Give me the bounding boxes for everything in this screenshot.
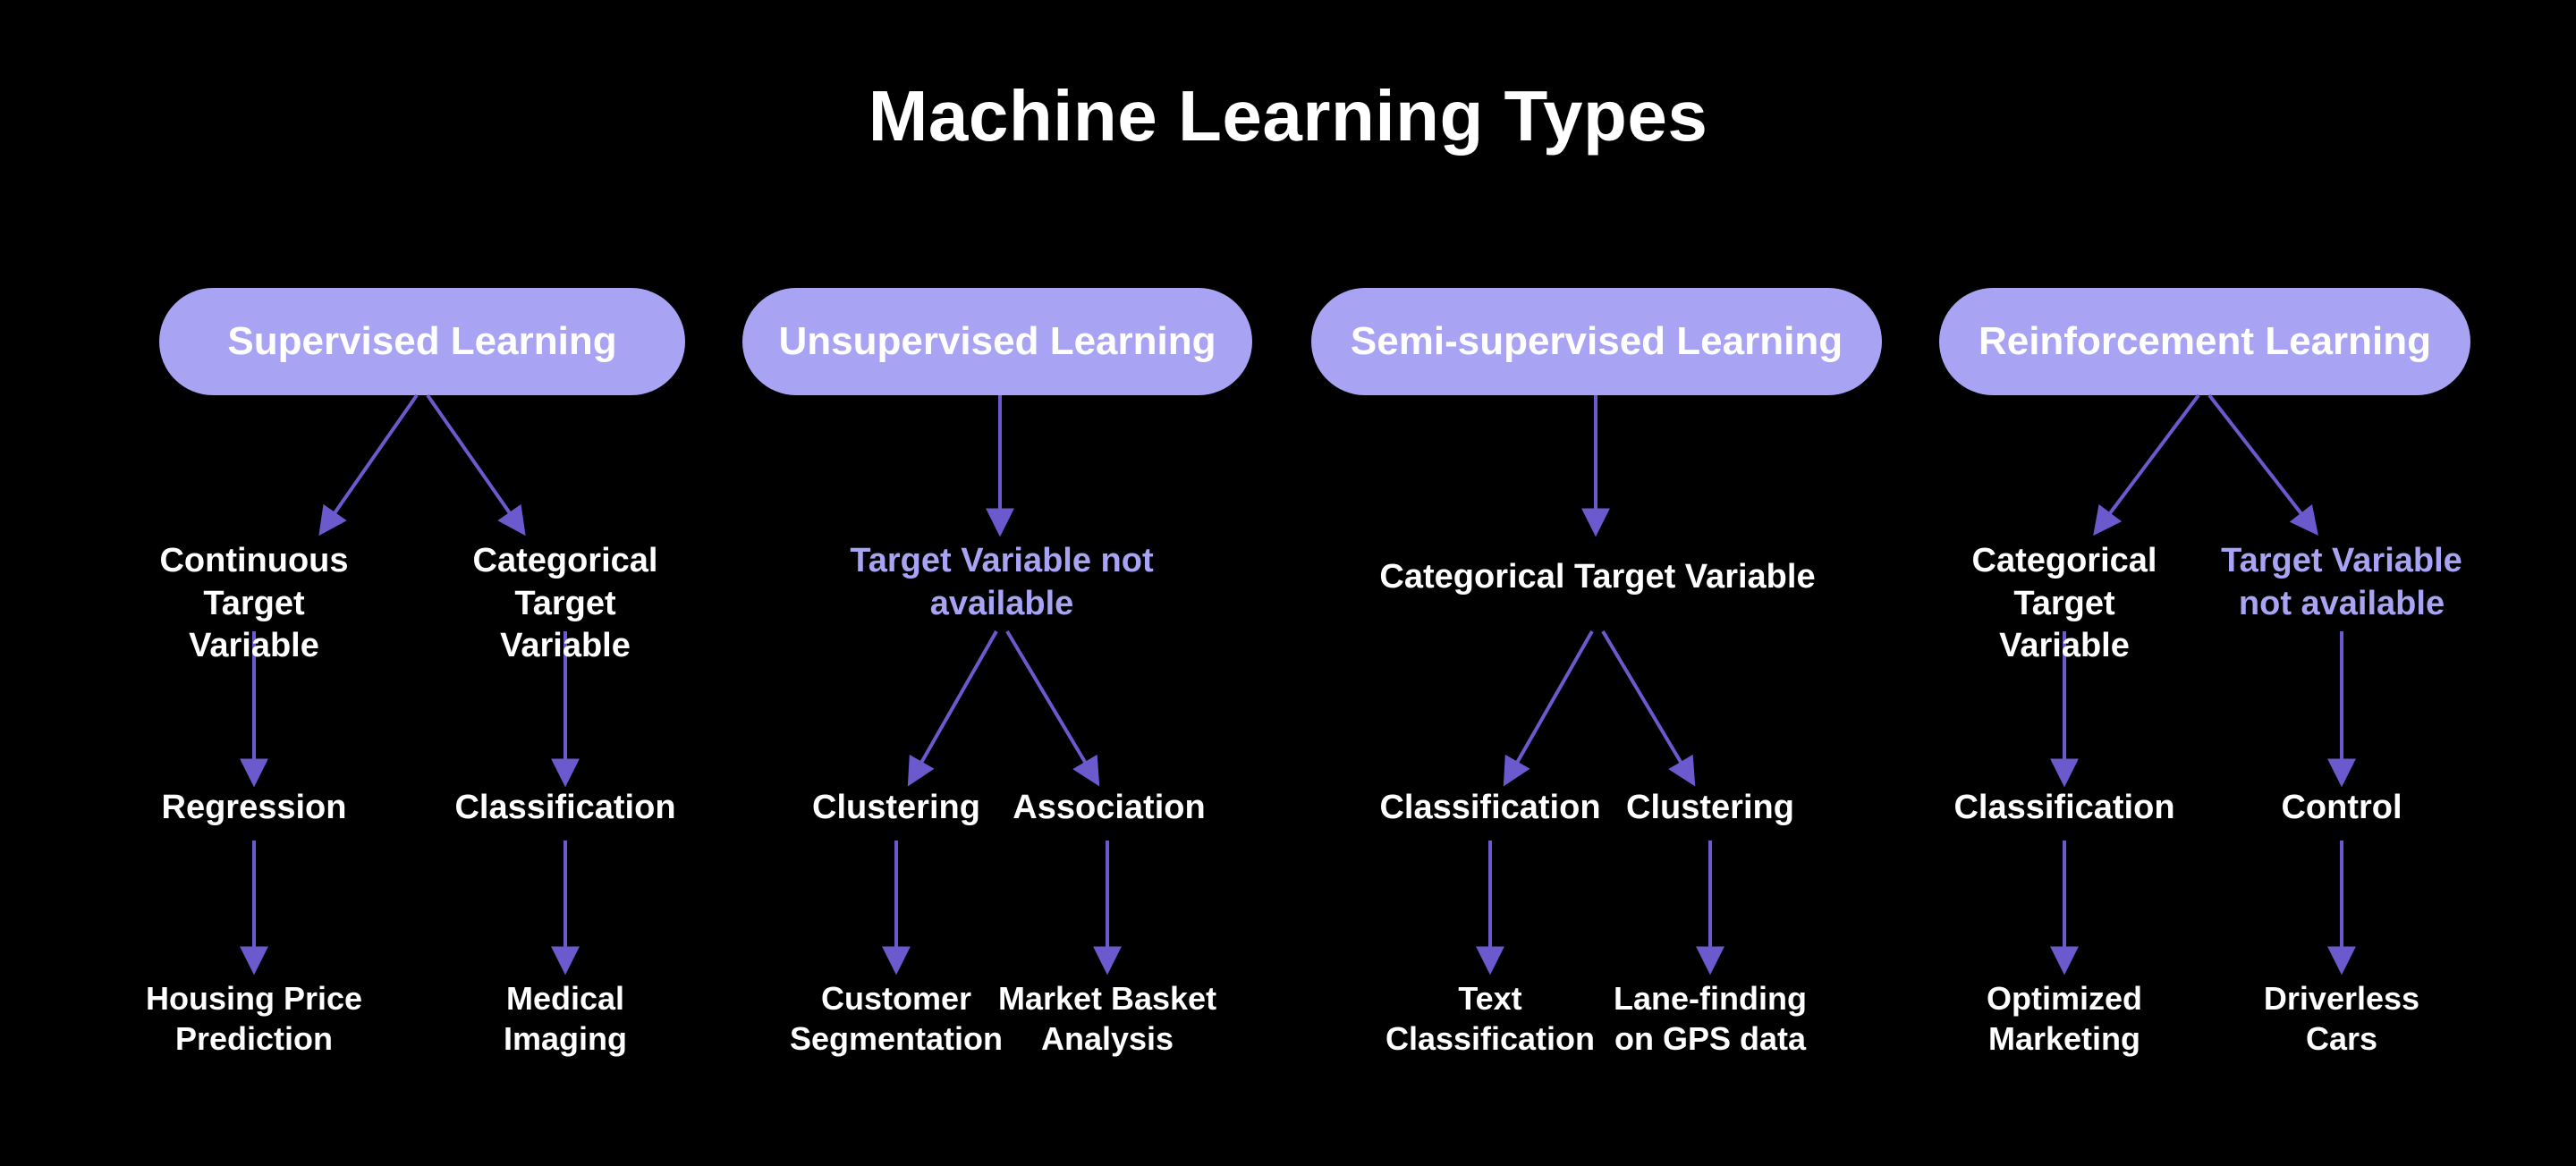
node-classification-rl: Classification (1953, 787, 2175, 830)
node-classification-semi: Classification (1377, 787, 1603, 830)
branch-unsupervised: Unsupervised Learning (742, 288, 1252, 395)
node-medical: MedicalImaging (483, 978, 648, 1059)
node-text: TextClassification (1377, 978, 1603, 1059)
node-customer: CustomerSegmentation (780, 978, 1013, 1059)
node-driverless: DriverlessCars (2254, 978, 2429, 1059)
node-categorical-target-semi: Categorical Target Variable (1367, 556, 1828, 599)
node-classification-sup: Classification (454, 787, 676, 830)
node-clustering-unsup: Clustering (798, 787, 995, 830)
node-target-na-rl: Target Variablenot available (2215, 540, 2469, 625)
branch-semi-supervised: Semi-supervised Learning (1311, 288, 1882, 395)
node-association: Association (1009, 787, 1209, 830)
node-categorical-target-rl: CategoricalTarget Variable (1952, 540, 2177, 668)
node-optimized: OptimizedMarketing (1971, 978, 2157, 1059)
node-control: Control (2261, 787, 2422, 830)
diagram-title: Machine Learning Types (0, 75, 2576, 157)
node-lane: Lane-findingon GPS data (1601, 978, 1819, 1059)
node-categorical-target-sup: CategoricalTarget Variable (454, 540, 676, 668)
diagram-canvas: { "title": "Machine Learning Types", "ac… (0, 0, 2576, 1166)
branch-reinforcement: Reinforcement Learning (1939, 288, 2470, 395)
edges-layer (0, 0, 2576, 1166)
node-target-na-unsup: Target Variable notavailable (837, 540, 1166, 625)
node-regression: Regression (152, 787, 356, 830)
node-clustering-semi: Clustering (1610, 787, 1810, 830)
node-market: Market BasketAnalysis (989, 978, 1225, 1059)
node-continuous-target: ContinuousTarget Variable (154, 540, 354, 668)
branch-supervised: Supervised Learning (159, 288, 685, 395)
node-housing: Housing PricePrediction (132, 978, 376, 1059)
